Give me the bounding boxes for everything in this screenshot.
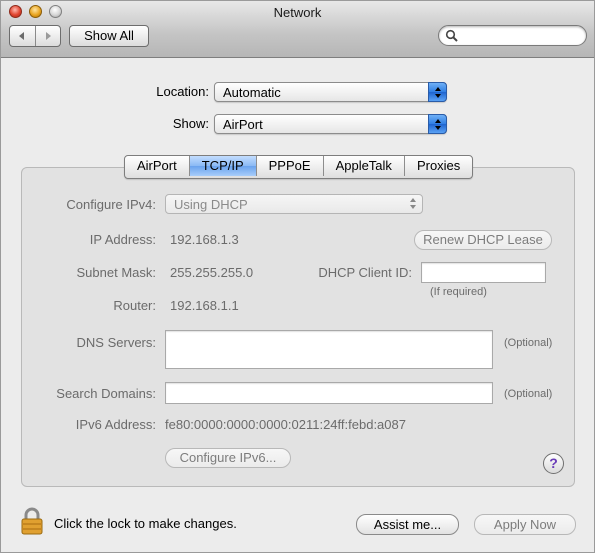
search-domains-note: (Optional): [504, 388, 553, 400]
tab-proxies[interactable]: Proxies: [403, 156, 472, 176]
back-forward-group: [9, 25, 61, 47]
tab-appletalk[interactable]: AppleTalk: [322, 156, 404, 176]
ip-address-value: 192.168.1.3: [170, 232, 239, 247]
show-value: AirPort: [223, 117, 263, 132]
network-preferences-window: Network Show All Location: Automatic Sho…: [0, 0, 595, 553]
ip-address-label: IP Address:: [89, 232, 156, 247]
lock-icon[interactable]: [19, 506, 45, 539]
dns-servers-note: (Optional): [504, 337, 553, 349]
apply-now-button[interactable]: Apply Now: [474, 514, 576, 535]
popup-arrows-icon: [404, 194, 423, 214]
assist-me-button[interactable]: Assist me...: [356, 514, 459, 535]
search-domains-label: Search Domains:: [56, 386, 156, 401]
dhcp-client-id-note: (If required): [430, 286, 487, 298]
popup-arrows-icon: [428, 114, 447, 134]
tab-bar: AirPort TCP/IP PPPoE AppleTalk Proxies: [124, 155, 474, 179]
subnet-mask-label: Subnet Mask:: [76, 265, 157, 280]
dns-servers-label: DNS Servers:: [76, 335, 156, 350]
popup-arrows-icon: [428, 82, 447, 102]
dhcp-client-id-label: DHCP Client ID:: [318, 265, 412, 280]
configure-ipv4-popup[interactable]: Using DHCP: [165, 194, 423, 214]
renew-dhcp-lease-button[interactable]: Renew DHCP Lease: [414, 230, 552, 250]
search-domains-field[interactable]: [165, 382, 493, 404]
configure-ipv4-value: Using DHCP: [174, 197, 248, 212]
tab-airport[interactable]: AirPort: [125, 156, 189, 176]
search-icon: [445, 29, 458, 42]
show-popup[interactable]: AirPort: [214, 114, 447, 134]
router-label: Router:: [113, 298, 156, 313]
dhcp-client-id-field[interactable]: [421, 262, 546, 283]
forward-button[interactable]: [34, 26, 61, 46]
show-label: Show:: [172, 116, 209, 131]
right-arrow-icon: [45, 32, 51, 40]
subnet-mask-value: 255.255.255.0: [170, 265, 254, 280]
window-title: Network: [273, 5, 322, 20]
ipv6-address-label: IPv6 Address:: [75, 417, 156, 432]
location-label: Location:: [156, 84, 209, 99]
left-arrow-icon: [19, 32, 25, 40]
tab-pppoe[interactable]: PPPoE: [255, 156, 323, 176]
configure-ipv4-label: Configure IPv4:: [66, 197, 156, 212]
back-button[interactable]: [10, 26, 35, 46]
tab-tcpip[interactable]: TCP/IP: [188, 156, 256, 176]
search-field[interactable]: [438, 25, 587, 46]
router-value: 192.168.1.1: [170, 298, 239, 313]
configure-ipv6-button[interactable]: Configure IPv6...: [165, 448, 291, 468]
location-value: Automatic: [223, 85, 281, 100]
help-button[interactable]: ?: [543, 453, 564, 474]
toolbar: Network Show All: [1, 1, 594, 58]
lock-message: Click the lock to make changes.: [54, 516, 237, 531]
ipv6-address-value: fe80:0000:0000:0000:0211:24ff:febd:a087: [165, 417, 406, 432]
tcpip-panel: [21, 167, 575, 487]
show-all-button[interactable]: Show All: [69, 25, 149, 47]
dns-servers-field[interactable]: [165, 330, 493, 369]
location-popup[interactable]: Automatic: [214, 82, 447, 102]
